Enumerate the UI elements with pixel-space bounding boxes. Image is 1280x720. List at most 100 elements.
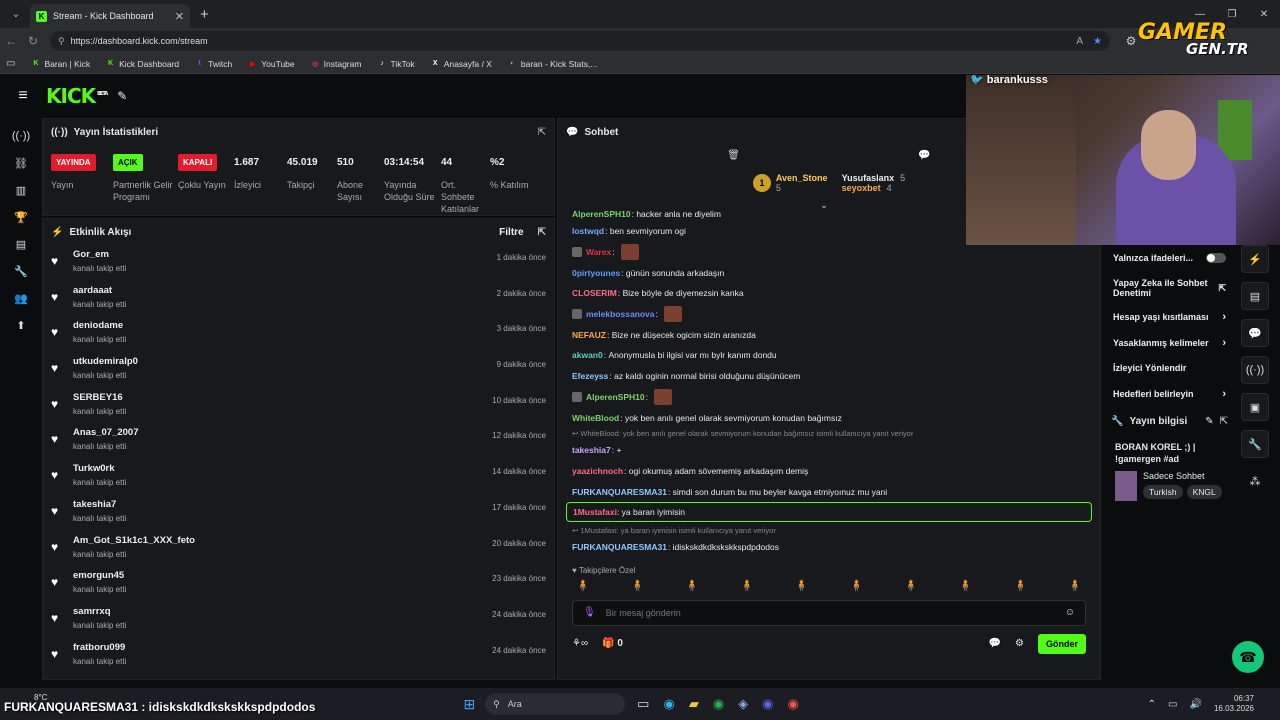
library-icon[interactable]: ▤ bbox=[16, 236, 26, 252]
emote-icon[interactable]: 🧍 bbox=[685, 579, 699, 592]
pin-icon[interactable]: ✎ bbox=[117, 89, 127, 103]
emote-icon[interactable]: 🧍 bbox=[795, 579, 809, 592]
feed-user[interactable]: fratboru099 bbox=[73, 642, 126, 653]
trash-icon[interactable]: 🗑 bbox=[727, 150, 740, 161]
broadcast-icon[interactable]: ((·)) bbox=[1241, 356, 1269, 384]
chat-user[interactable]: WhiteBlood bbox=[572, 413, 619, 423]
emoji-icon[interactable]: ☺ bbox=[1065, 607, 1075, 618]
feed-item[interactable]: ♥ Am_Got_S1k1c1_XXX_feto kanalı takip etti… bbox=[43, 535, 554, 571]
edit-icon[interactable]: ✎ bbox=[1205, 416, 1213, 427]
bookmark-item[interactable]: ◎ Instagram bbox=[305, 59, 368, 69]
chat-message[interactable]: takeshia7: + bbox=[558, 440, 1100, 461]
chat-user[interactable]: 0pirtyounes bbox=[572, 268, 620, 278]
chat-user[interactable]: AlperenSPH10 bbox=[572, 211, 631, 218]
read-aloud-icon[interactable]: A bbox=[1076, 36, 1083, 47]
taskbar-search[interactable]: ⚲ Ara bbox=[485, 693, 626, 715]
url-input[interactable]: ⚲ https://dashboard.kick.com/stream A ★ bbox=[50, 31, 1110, 51]
feed-item[interactable]: ♥ samrrxq kanalı takip etti 24 dakika önce bbox=[43, 606, 554, 642]
feed-user[interactable]: SERBEY16 bbox=[73, 392, 126, 403]
trophy-icon[interactable]: 🏆 bbox=[14, 209, 28, 225]
bolt-icon[interactable]: ⚡ bbox=[1241, 245, 1269, 273]
spotify-icon[interactable]: ◉ bbox=[713, 696, 724, 712]
bookmark-item[interactable]: ◐ baran - Kick Stats,... bbox=[502, 59, 604, 69]
feed-user[interactable]: samrrxq bbox=[73, 606, 126, 617]
popout-icon[interactable]: ⇱ bbox=[1220, 416, 1228, 427]
feed-item[interactable]: ♥ Anas_07_2007 kanalı takip etti 12 dakika … bbox=[43, 427, 554, 463]
feed-item[interactable]: ♥ fratboru099 kanalı takip etti 24 dakika ö… bbox=[43, 642, 554, 678]
sidebar-toggle-icon[interactable]: ▭ bbox=[6, 58, 15, 69]
network-icon[interactable]: ▭ bbox=[1168, 699, 1177, 710]
close-tab-icon[interactable]: ✕ bbox=[175, 10, 184, 23]
emote-icon[interactable]: 🧍 bbox=[904, 579, 918, 592]
emote-icon[interactable]: 🧍 bbox=[576, 579, 590, 592]
chat-user[interactable]: melekbossanova bbox=[586, 309, 655, 319]
feed-item[interactable]: ♥ emorgun45 kanalı takip etti 23 dakika önc… bbox=[43, 570, 554, 606]
chat-user[interactable]: Warex bbox=[586, 247, 611, 257]
bookmark-item[interactable]: t Twitch bbox=[189, 59, 238, 69]
chat-message[interactable]: Efezeyss: az kaldı oginin normal birisi … bbox=[558, 366, 1100, 387]
users-icon[interactable]: 👥 bbox=[14, 290, 28, 306]
feed-item[interactable]: ♥ Turkw0rk kanalı takip etti 14 dakika önce bbox=[43, 463, 554, 499]
tools-icon[interactable]: 🔧 bbox=[14, 263, 28, 279]
chat-user[interactable]: Efezeyss bbox=[572, 371, 608, 381]
setting-item[interactable]: Yapay Zeka ile Sohbet Denetimi ⇱ bbox=[1103, 271, 1236, 305]
favorite-star-icon[interactable]: ★ bbox=[1093, 36, 1102, 47]
popout-icon[interactable]: ⇱ bbox=[538, 227, 546, 238]
feed-item[interactable]: ♥ takeshia7 kanalı takip etti 17 dakika önc… bbox=[43, 499, 554, 535]
chat-message[interactable]: yaazichnoch: ogi okumuş adam sövememiş a… bbox=[558, 461, 1100, 482]
chat-user[interactable]: CLOSERIM bbox=[572, 288, 617, 298]
layout-icon[interactable]: ▣ bbox=[1241, 393, 1269, 421]
analytics-icon[interactable]: ▥ bbox=[16, 182, 26, 198]
popout-icon[interactable]: ⇱ bbox=[538, 127, 546, 138]
chat-message[interactable]: WhiteBlood: yok ben anılı genel olarak s… bbox=[558, 407, 1100, 428]
feed-item[interactable]: ♥ aardaaat kanalı takip etti 2 dakika önce bbox=[43, 285, 554, 321]
app-icon[interactable]: ◉ bbox=[788, 696, 799, 712]
microphone-icon[interactable]: 🎙 bbox=[583, 607, 596, 618]
feed-user[interactable]: Am_Got_S1k1c1_XXX_feto bbox=[73, 535, 195, 546]
share-icon[interactable]: ⁂ bbox=[1241, 467, 1269, 495]
new-tab-icon[interactable]: + bbox=[200, 6, 209, 23]
setting-item[interactable]: Yasaklanmış kelimeler › bbox=[1103, 330, 1236, 356]
chat-bubble-icon[interactable]: 💬 bbox=[1241, 319, 1269, 347]
chat-bubble-icon[interactable]: 💬 bbox=[989, 638, 1001, 649]
setting-item[interactable]: Yalnızca ifadeleri... bbox=[1103, 245, 1236, 271]
chat-message[interactable]: FURKANQUARESMA31: simdi son durum bu mu … bbox=[558, 481, 1100, 502]
bookmark-item[interactable]: ▶ YouTube bbox=[242, 59, 300, 69]
chat-input[interactable] bbox=[605, 607, 1055, 618]
wrench-icon[interactable]: 🔧 bbox=[1241, 430, 1269, 458]
feed-user[interactable]: aardaaat bbox=[73, 285, 126, 296]
chat-user[interactable]: lostwqd bbox=[572, 226, 604, 236]
chat-user[interactable]: FURKANQUARESMA31 bbox=[572, 487, 667, 497]
setting-item[interactable]: Hedefleri belirleyin › bbox=[1103, 381, 1236, 407]
chat-message[interactable]: AlperenSPH10: bbox=[558, 387, 1100, 408]
emote-icon[interactable]: 🧍 bbox=[959, 579, 973, 592]
chat-bubble-icon[interactable]: 💬 bbox=[918, 150, 930, 161]
toggle-switch[interactable] bbox=[1206, 252, 1226, 263]
emote-icon[interactable]: 🧍 bbox=[1014, 579, 1028, 592]
help-fab[interactable]: ☎ bbox=[1232, 641, 1264, 673]
settings-icon[interactable]: ⚙ bbox=[1015, 638, 1024, 649]
tag[interactable]: Turkish bbox=[1143, 484, 1183, 499]
bookmark-item[interactable]: K Baran | Kick bbox=[25, 59, 96, 69]
chat-user[interactable]: takeshia7 bbox=[572, 445, 611, 455]
feed-user[interactable]: Anas_07_2007 bbox=[73, 427, 139, 438]
emote-icon[interactable]: 🧍 bbox=[631, 579, 645, 592]
chat-message[interactable]: akwan0: Anonymusla bi ilgisi var mı bylr… bbox=[558, 345, 1100, 366]
chat-user[interactable]: NEFAUZ bbox=[572, 330, 606, 340]
feed-item[interactable]: ♥ utkudemiralp0 kanalı takip etti 9 dakika … bbox=[43, 356, 554, 392]
setting-item[interactable]: İzleyici Yönlendir bbox=[1103, 356, 1236, 382]
windows-start-icon[interactable]: ⊞ bbox=[463, 696, 475, 713]
feed-user[interactable]: emorgun45 bbox=[73, 570, 126, 581]
discord-icon[interactable]: ◉ bbox=[762, 696, 773, 712]
send-button[interactable]: Gönder bbox=[1037, 633, 1086, 654]
kick-logo[interactable]: KICK BETA bbox=[46, 84, 108, 108]
task-view-icon[interactable]: ▭ bbox=[637, 696, 649, 712]
tab-list-icon[interactable]: ⌄ bbox=[4, 4, 28, 24]
feed-user[interactable]: takeshia7 bbox=[73, 499, 126, 510]
site-info-icon[interactable]: ⚲ bbox=[58, 36, 65, 47]
chat-user[interactable]: AlperenSPH10 bbox=[586, 392, 645, 402]
highlighted-message[interactable]: 1Mustafaxi: ya baran iyimisin bbox=[566, 501, 1092, 522]
broadcast-icon[interactable]: ((·)) bbox=[12, 128, 30, 144]
emote-icon[interactable]: 🧍 bbox=[849, 579, 863, 592]
link-icon[interactable]: ⛓ bbox=[14, 155, 28, 171]
